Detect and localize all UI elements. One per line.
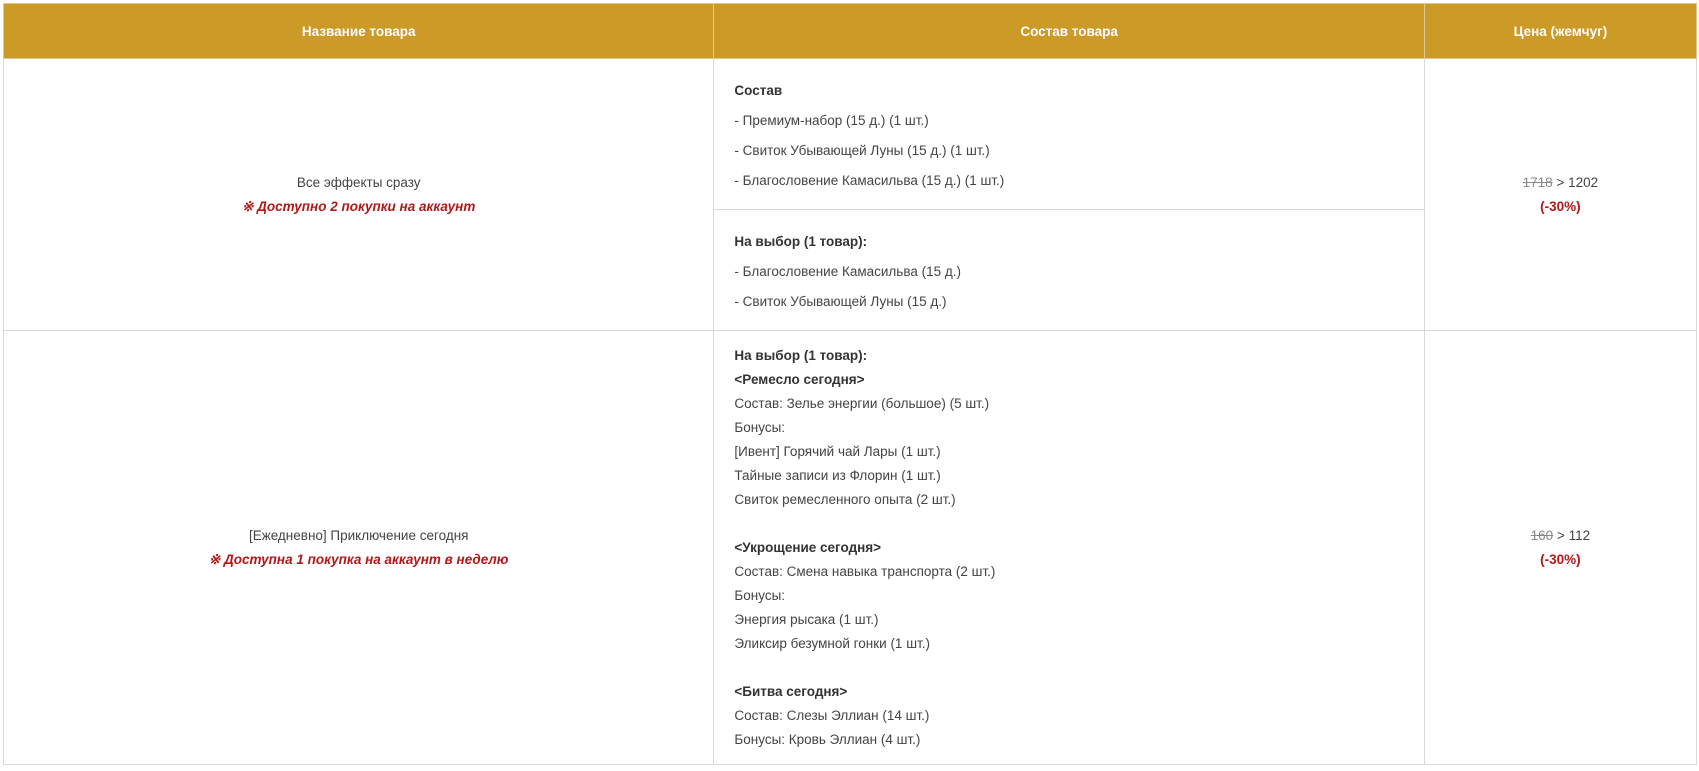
option-line: Бонусы: bbox=[734, 588, 786, 603]
price-cell: 1718 > 1202 (-30%) bbox=[1423, 58, 1698, 331]
option-line: Свиток ремесленного опыта (2 шт.) bbox=[734, 492, 956, 507]
option-line: Тайные записи из Флорин (1 шт.) bbox=[734, 468, 941, 483]
included-item: - Благословение Камасильва (15 д.) (1 шт… bbox=[734, 173, 1005, 188]
option-line: Эликсир безумной гонки (1 шт.) bbox=[734, 636, 930, 651]
option-title: <Ремесло сегодня> bbox=[734, 372, 865, 387]
choice-section: На выбор (1 товар): <Ремесло сегодня> Со… bbox=[714, 331, 1423, 764]
choice-title: На выбор (1 товар): bbox=[734, 348, 868, 363]
included-item: - Свиток Убывающей Луны (15 д.) (1 шт.) bbox=[734, 143, 990, 158]
price-arrow: > bbox=[1556, 527, 1565, 543]
option-line: Состав: Смена навыка транспорта (2 шт.) bbox=[734, 564, 996, 579]
choice-item: - Благословение Камасильва (15 д.) bbox=[734, 264, 961, 279]
option-line: Бонусы: bbox=[734, 420, 786, 435]
header-price: Цена (жемчуг) bbox=[1423, 3, 1698, 59]
option-title: <Битва сегодня> bbox=[734, 684, 848, 699]
option-line: Бонусы: Кровь Эллиан (4 шт.) bbox=[734, 732, 921, 747]
option-line: Состав: Слезы Эллиан (14 шт.) bbox=[734, 708, 930, 723]
old-price: 160 bbox=[1530, 527, 1554, 543]
option-line: Энергия рысака (1 шт.) bbox=[734, 612, 879, 627]
product-table: Название товара Состав товара Цена (жемч… bbox=[2, 3, 1698, 765]
choice-section: На выбор (1 товар): - Благословение Кама… bbox=[714, 209, 1424, 330]
product-composition-cell: Состав - Премиум-набор (15 д.) (1 шт.) -… bbox=[713, 58, 1425, 331]
purchase-limit-note: ※ Доступно 2 покупки на аккаунт bbox=[242, 198, 476, 214]
option-line: Состав: Зелье энергии (большое) (5 шт.) bbox=[734, 396, 990, 411]
product-composition-cell: На выбор (1 товар): <Ремесло сегодня> Со… bbox=[713, 330, 1425, 765]
table-header-row: Название товара Состав товара Цена (жемч… bbox=[2, 3, 1698, 59]
table-row: Все эффекты сразу ※ Доступно 2 покупки н… bbox=[2, 58, 1698, 331]
product-name: [Ежедневно] Приключение сегодня bbox=[248, 527, 469, 543]
old-price: 1718 bbox=[1522, 174, 1553, 190]
new-price: 1202 bbox=[1568, 174, 1599, 190]
product-name: Все эффекты сразу bbox=[296, 174, 421, 190]
option-group-taming: <Укрощение сегодня> Состав: Смена навыка… bbox=[734, 536, 1403, 656]
discount-badge: (-30%) bbox=[1540, 198, 1581, 214]
price-cell: 160 > 112 (-30%) bbox=[1423, 330, 1698, 765]
price-arrow: > bbox=[1556, 174, 1565, 190]
option-line: [Ивент] Горячий чай Лары (1 шт.) bbox=[734, 444, 941, 459]
option-group-craft: <Ремесло сегодня> Состав: Зелье энергии … bbox=[734, 368, 1403, 512]
new-price: 112 bbox=[1568, 527, 1591, 543]
table-row: [Ежедневно] Приключение сегодня ※ Доступ… bbox=[2, 330, 1698, 765]
choice-title: На выбор (1 товар): bbox=[734, 234, 868, 249]
included-item: - Премиум-набор (15 д.) (1 шт.) bbox=[734, 113, 929, 128]
header-product-composition: Состав товара bbox=[713, 3, 1425, 59]
price-line: 1718 > 1202 bbox=[1425, 171, 1696, 195]
included-section: Состав - Премиум-набор (15 д.) (1 шт.) -… bbox=[714, 59, 1423, 209]
purchase-limit-note: ※ Доступна 1 покупка на аккаунт в неделю bbox=[208, 551, 509, 567]
price-line: 160 > 112 bbox=[1425, 524, 1696, 548]
header-product-name: Название товара bbox=[2, 3, 715, 59]
choice-item: - Свиток Убывающей Луны (15 д.) bbox=[734, 294, 947, 309]
product-name-cell: [Ежедневно] Приключение сегодня ※ Доступ… bbox=[2, 330, 715, 765]
product-name-cell: Все эффекты сразу ※ Доступно 2 покупки н… bbox=[2, 58, 715, 331]
discount-badge: (-30%) bbox=[1540, 551, 1581, 567]
included-title: Состав bbox=[734, 83, 783, 98]
option-title: <Укрощение сегодня> bbox=[734, 540, 882, 555]
option-group-battle: <Битва сегодня> Состав: Слезы Эллиан (14… bbox=[734, 680, 1403, 752]
